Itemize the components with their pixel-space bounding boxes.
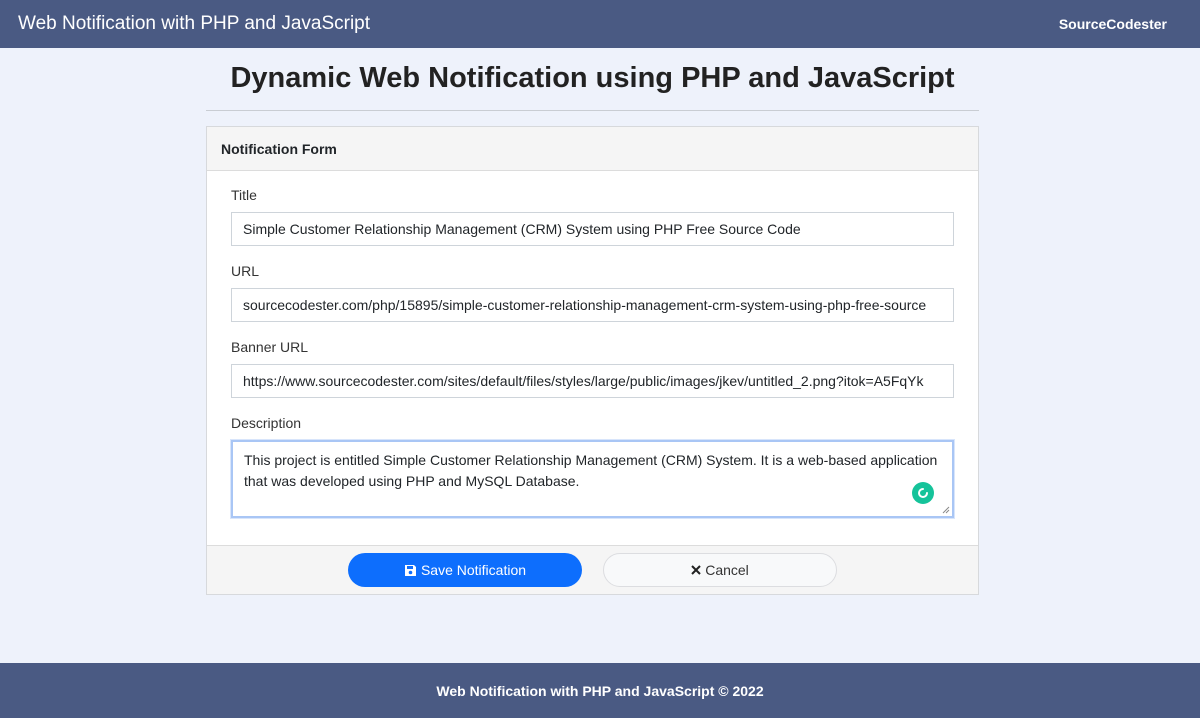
navbar: Web Notification with PHP and JavaScript… <box>0 0 1200 48</box>
cancel-button[interactable]: Cancel <box>603 553 837 587</box>
title-divider <box>206 110 979 111</box>
title-input[interactable]: Simple Customer Relationship Management … <box>231 212 954 246</box>
page-title: Dynamic Web Notification using PHP and J… <box>230 62 955 94</box>
card-header: Notification Form <box>207 127 978 171</box>
resize-grip-icon[interactable] <box>942 506 950 514</box>
notification-form-card: Notification Form Title Simple Customer … <box>206 126 979 595</box>
navbar-right-link[interactable]: SourceCodester <box>1059 16 1167 32</box>
card-body: Title Simple Customer Relationship Manag… <box>207 171 978 518</box>
save-notification-button[interactable]: Save Notification <box>348 553 582 587</box>
footer-text: Web Notification with PHP and JavaScript… <box>436 682 764 699</box>
floppy-disk-icon <box>404 564 416 576</box>
grammarly-icon[interactable] <box>912 482 934 504</box>
navbar-brand[interactable]: Web Notification with PHP and JavaScript <box>18 13 370 35</box>
description-label: Description <box>231 415 302 431</box>
x-mark-icon <box>691 565 701 575</box>
description-textarea[interactable]: This project is entitled Simple Customer… <box>231 440 954 518</box>
cancel-button-label: Cancel <box>705 562 749 578</box>
page-footer: Web Notification with PHP and JavaScript… <box>0 663 1200 718</box>
url-label: URL <box>231 263 260 279</box>
card-title: Notification Form <box>221 140 337 157</box>
title-label: Title <box>231 187 257 203</box>
card-footer: Save Notification Cancel <box>207 545 978 594</box>
url-input[interactable]: sourcecodester.com/php/15895/simple-cust… <box>231 288 954 322</box>
description-text: This project is entitled Simple Customer… <box>244 452 938 489</box>
banner-url-label: Banner URL <box>231 339 309 355</box>
banner-url-input[interactable]: https://www.sourcecodester.com/sites/def… <box>231 364 954 398</box>
save-button-label: Save Notification <box>420 562 527 578</box>
